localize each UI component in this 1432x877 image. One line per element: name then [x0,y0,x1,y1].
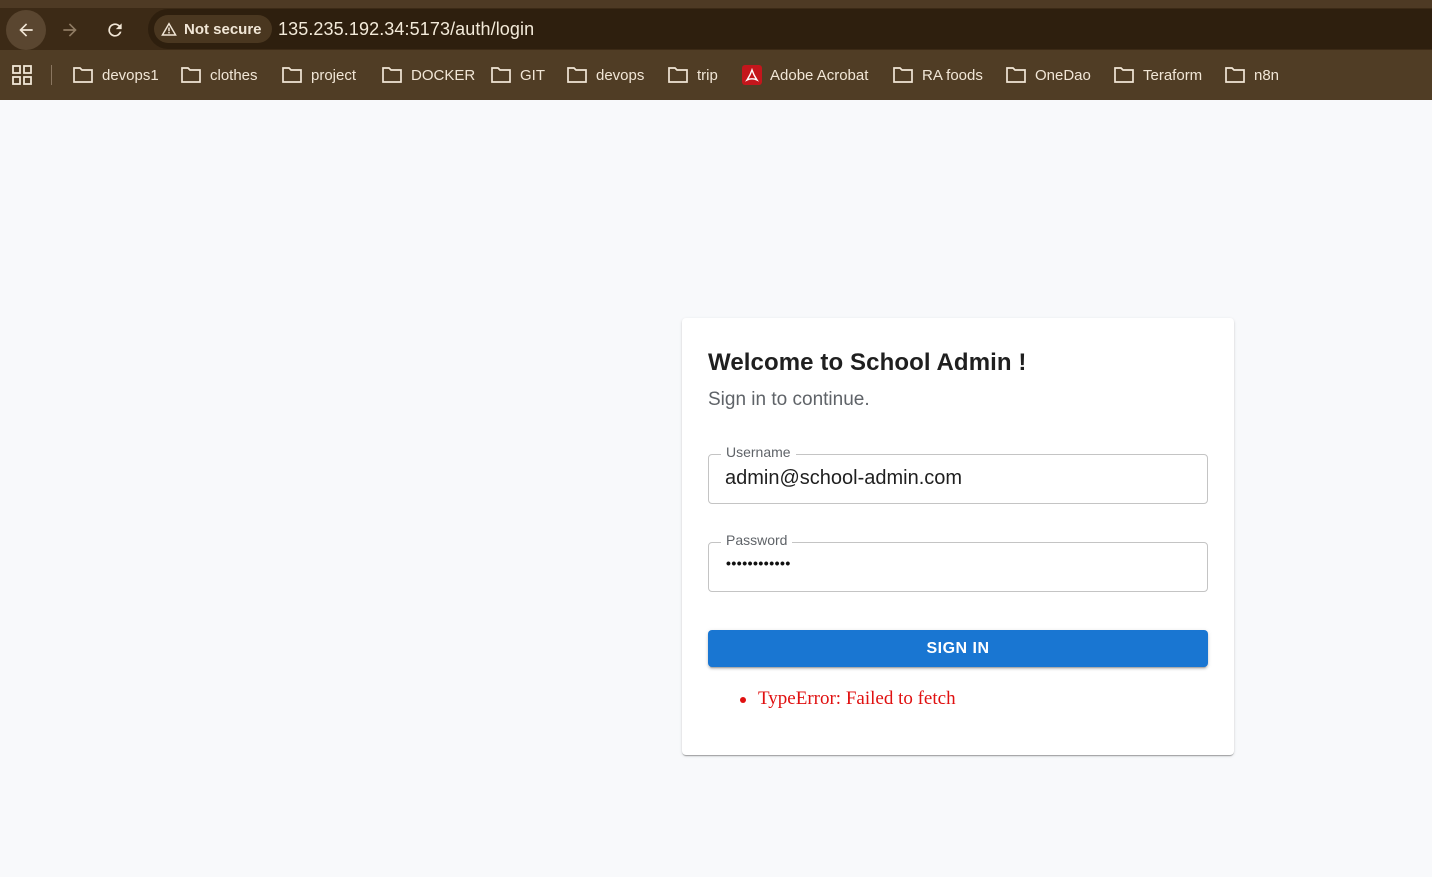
forward-button[interactable] [50,10,90,50]
bookmark-adobe-acrobat[interactable]: Adobe Acrobat [742,62,868,88]
bookmark-project[interactable]: project [281,62,356,88]
reload-icon [108,23,122,37]
error-message: TypeError: Failed to fetch [738,688,956,710]
folder-icon [282,67,302,83]
bookmark-label: GIT [520,66,545,84]
folder-icon [893,67,913,83]
folder-icon [1225,67,1245,83]
password-input[interactable]: •••••••••••• [726,555,791,571]
bookmark-label: Teraform [1143,66,1203,84]
bookmark-teraform[interactable]: Teraform [1113,62,1202,88]
bookmark-label: trip [697,66,718,84]
bookmarks-bar: devops1 clothes project DOCKER GIT devop… [0,50,1432,100]
bookmark-label: devops [596,66,645,84]
bookmark-label: n8n [1254,66,1280,84]
folder-icon [491,67,511,83]
url-text[interactable]: 135.235.192.34:5173/auth/login [278,19,534,40]
bookmark-label: RA foods [922,66,983,84]
bookmark-n8n[interactable]: n8n [1224,62,1279,88]
folder-icon [382,67,402,83]
bookmark-label: DOCKER [411,66,476,84]
apps-grid-icon[interactable] [12,65,32,85]
bookmark-label: OneDao [1035,66,1091,84]
folder-icon [73,67,93,83]
folder-icon [181,67,201,83]
security-label: Not secure [184,20,262,38]
arrow-left-icon [19,23,33,37]
browser-toolbar: Not secure 135.235.192.34:5173/auth/logi… [0,8,1432,50]
login-title: Welcome to School Admin ! [708,349,1027,376]
bookmark-label: clothes [210,66,258,84]
address-bar[interactable]: Not secure 135.235.192.34:5173/auth/logi… [148,9,1432,49]
bookmark-docker[interactable]: DOCKER [381,62,475,88]
bookmarks-divider [51,65,52,85]
bookmark-devops[interactable]: devops [566,62,644,88]
bookmark-label: project [311,66,357,84]
warning-icon [161,22,177,36]
folder-icon [567,67,587,83]
login-subtitle: Sign in to continue. [708,389,870,410]
arrow-right-icon [63,23,77,37]
password-label: Password [721,532,793,548]
site-info-chip[interactable]: Not secure [154,15,272,43]
back-button[interactable] [6,10,46,50]
folder-icon [1006,67,1026,83]
bookmark-clothes[interactable]: clothes [180,62,258,88]
bookmark-onedao[interactable]: OneDao [1005,62,1091,88]
bookmark-label: devops1 [102,66,159,84]
reload-button[interactable] [95,10,135,50]
bookmark-devops1[interactable]: devops1 [72,62,159,88]
sign-in-button[interactable]: SIGN IN [708,630,1208,667]
username-label: Username [721,444,796,460]
bookmark-git[interactable]: GIT [490,62,545,88]
error-list: TypeError: Failed to fetch [738,688,956,710]
window-top-strip [0,0,1432,8]
login-card: Welcome to School Admin ! Sign in to con… [682,318,1234,755]
password-field[interactable]: Password •••••••••••• [708,532,1208,592]
folder-icon [1114,67,1134,83]
folder-icon [668,67,688,83]
username-input[interactable] [725,467,1195,490]
username-field[interactable]: Username [708,444,1208,504]
bookmark-label: Adobe Acrobat [770,66,869,84]
bookmark-trip[interactable]: trip [667,62,718,88]
bookmark-ra-foods[interactable]: RA foods [892,62,983,88]
adobe-acrobat-icon [742,65,762,85]
